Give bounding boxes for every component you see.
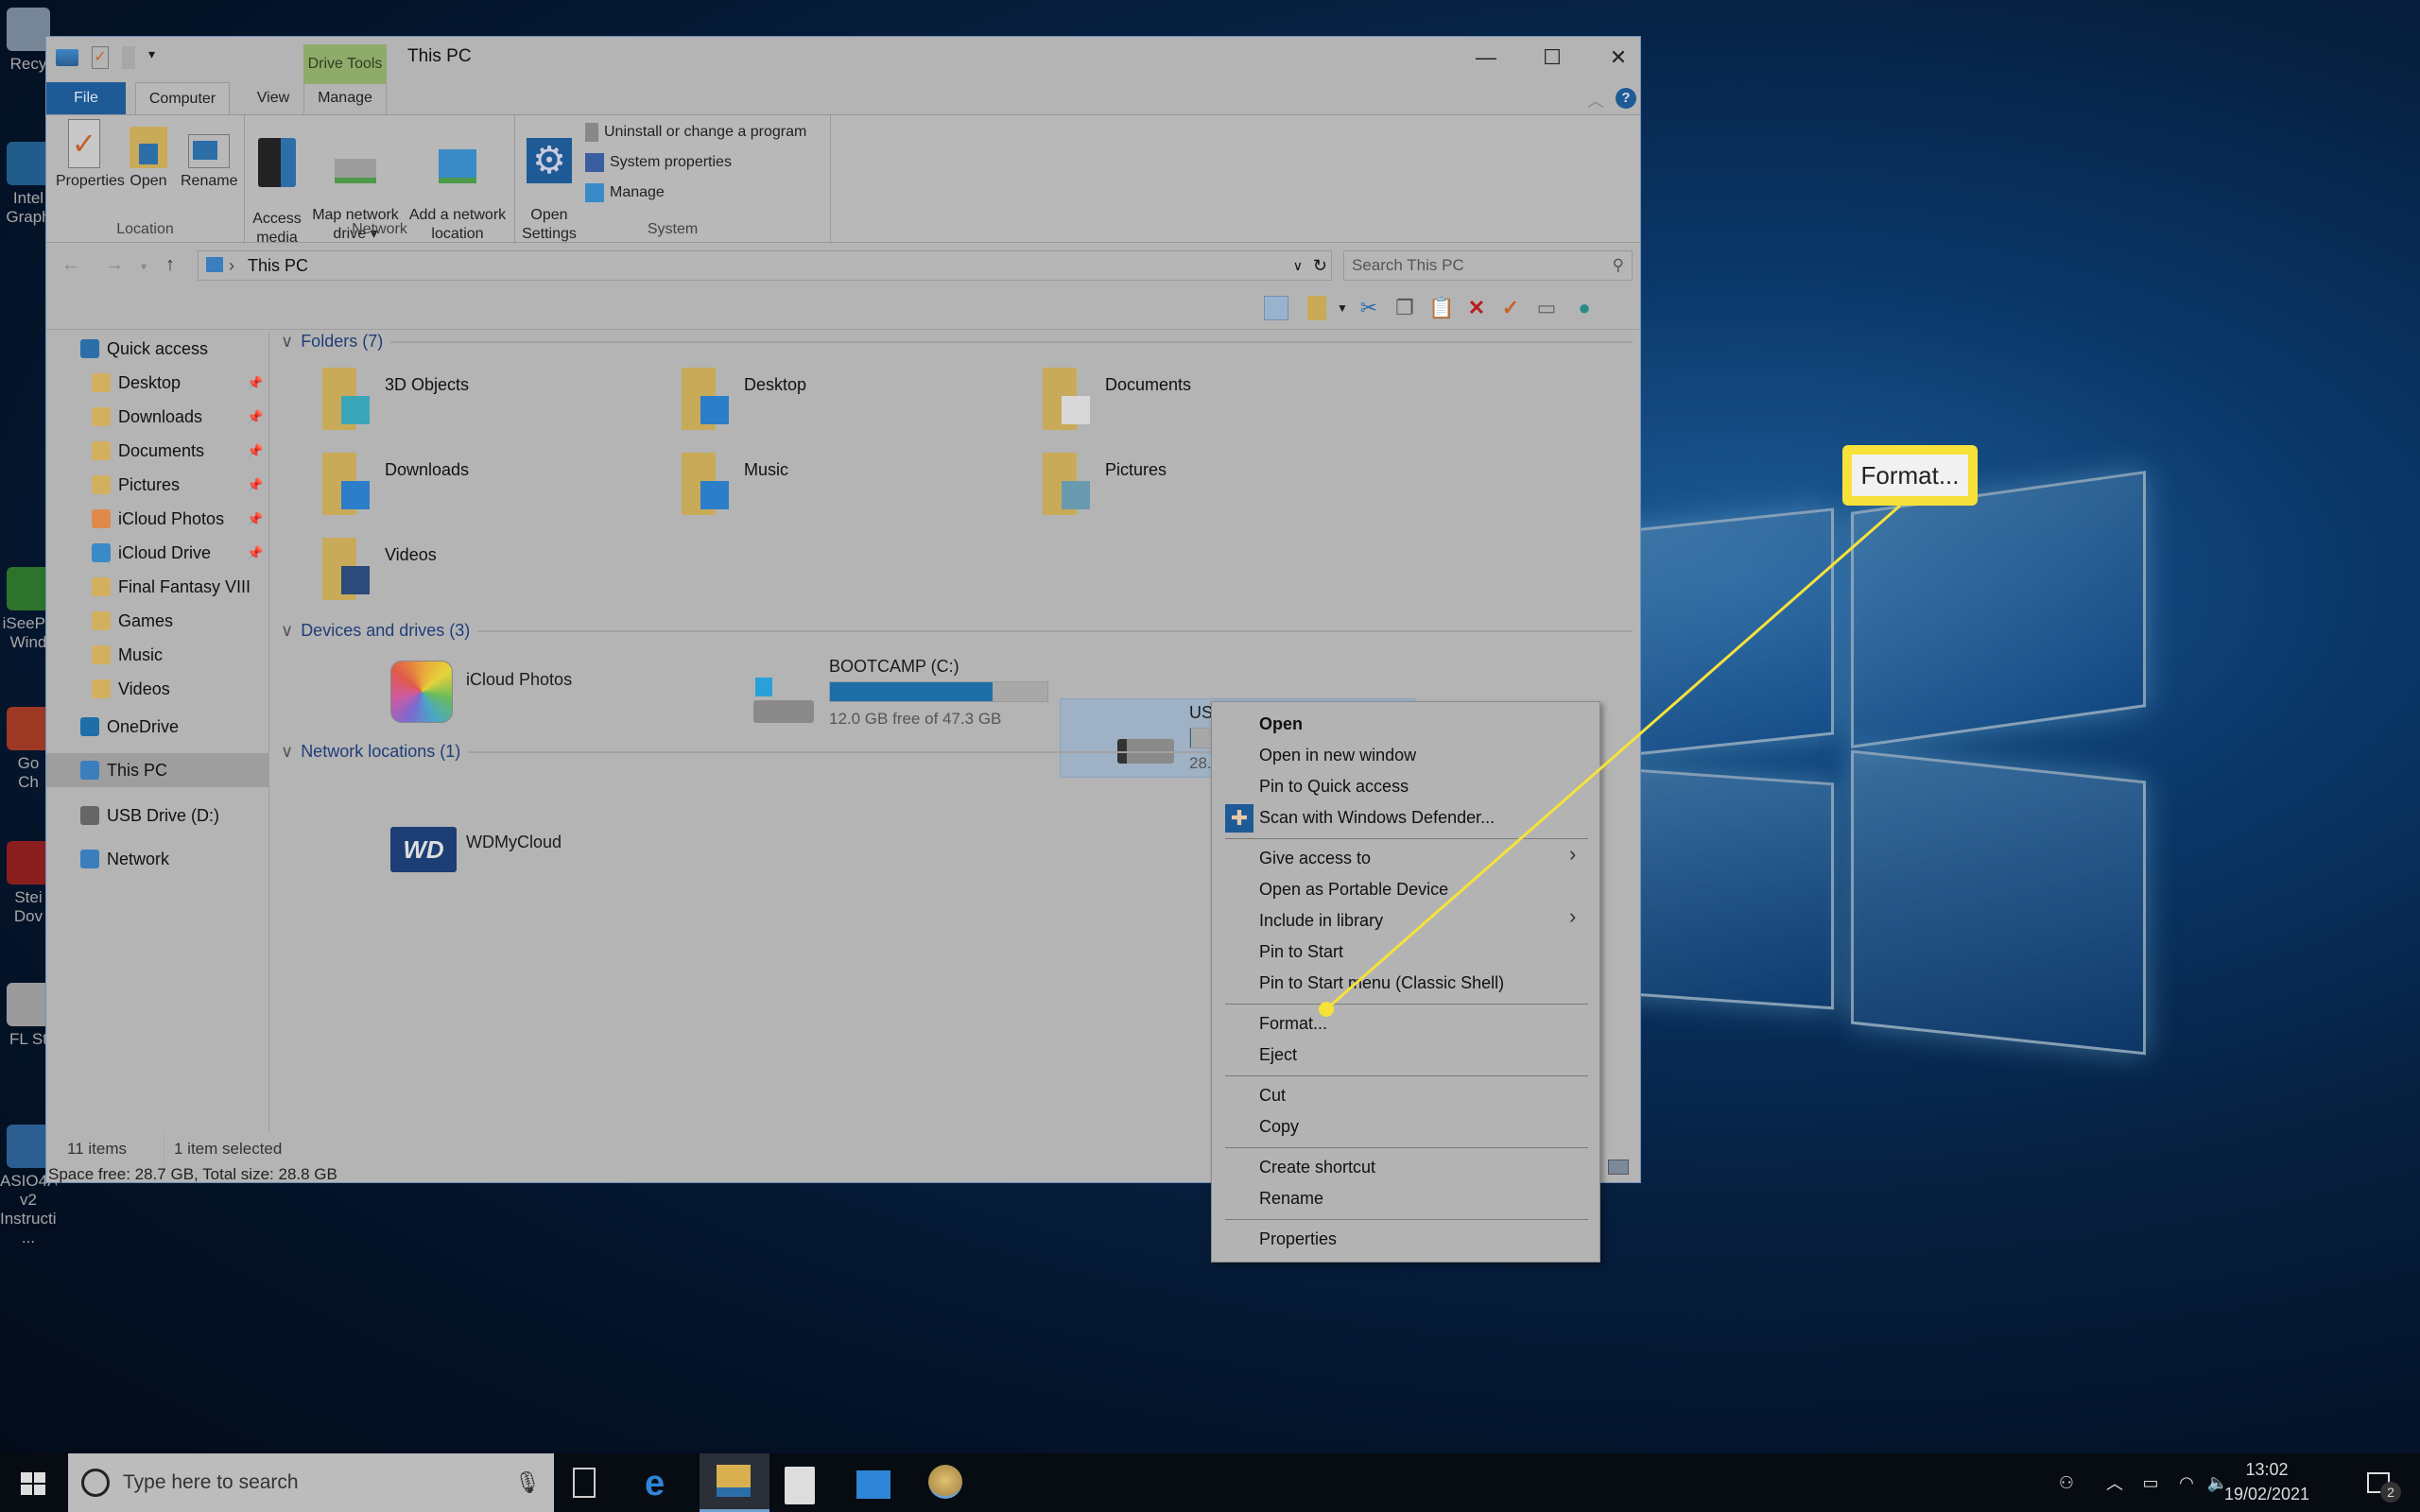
taskbar: Type here to search 🎙 e ⚇ ︿ ▭ ◠ 13:02 19… bbox=[0, 1453, 2420, 1512]
callout-label: Format... bbox=[1852, 455, 1968, 496]
clock[interactable]: 13:02 19/02/2021 bbox=[2220, 1457, 2314, 1506]
cortana-icon bbox=[81, 1469, 110, 1497]
notification-badge: 2 bbox=[2380, 1482, 2401, 1503]
paint-icon[interactable] bbox=[928, 1465, 962, 1499]
callout-line bbox=[1325, 504, 1901, 1011]
file-explorer-taskbar-button[interactable] bbox=[700, 1453, 769, 1512]
battery-icon[interactable]: ▭ bbox=[2136, 1453, 2165, 1512]
callout-dot bbox=[1319, 1002, 1334, 1017]
clock-time: 13:02 bbox=[2245, 1460, 2289, 1479]
task-view-icon[interactable] bbox=[573, 1468, 596, 1498]
mail-icon[interactable] bbox=[856, 1470, 890, 1499]
wifi-icon[interactable]: ◠ bbox=[2172, 1453, 2201, 1512]
start-button[interactable] bbox=[21, 1472, 45, 1495]
taskbar-search-box[interactable]: Type here to search 🎙 bbox=[68, 1453, 554, 1512]
show-hidden-icons-chevron[interactable]: ︿ bbox=[2100, 1453, 2129, 1512]
callout-connector bbox=[1319, 504, 1901, 1017]
action-center-icon[interactable]: 2 bbox=[2360, 1453, 2401, 1512]
microsoft-store-icon[interactable] bbox=[785, 1467, 815, 1504]
file-explorer-icon bbox=[717, 1465, 751, 1497]
edge-icon[interactable]: e bbox=[645, 1465, 683, 1503]
volume-icon[interactable]: 🔈 bbox=[2207, 1453, 2228, 1512]
format-callout: Format... bbox=[1842, 445, 1978, 506]
clock-date: 19/02/2021 bbox=[2223, 1485, 2310, 1503]
people-icon[interactable]: ⚇ bbox=[2049, 1453, 2083, 1512]
microphone-icon[interactable]: 🎙 bbox=[514, 1453, 541, 1512]
